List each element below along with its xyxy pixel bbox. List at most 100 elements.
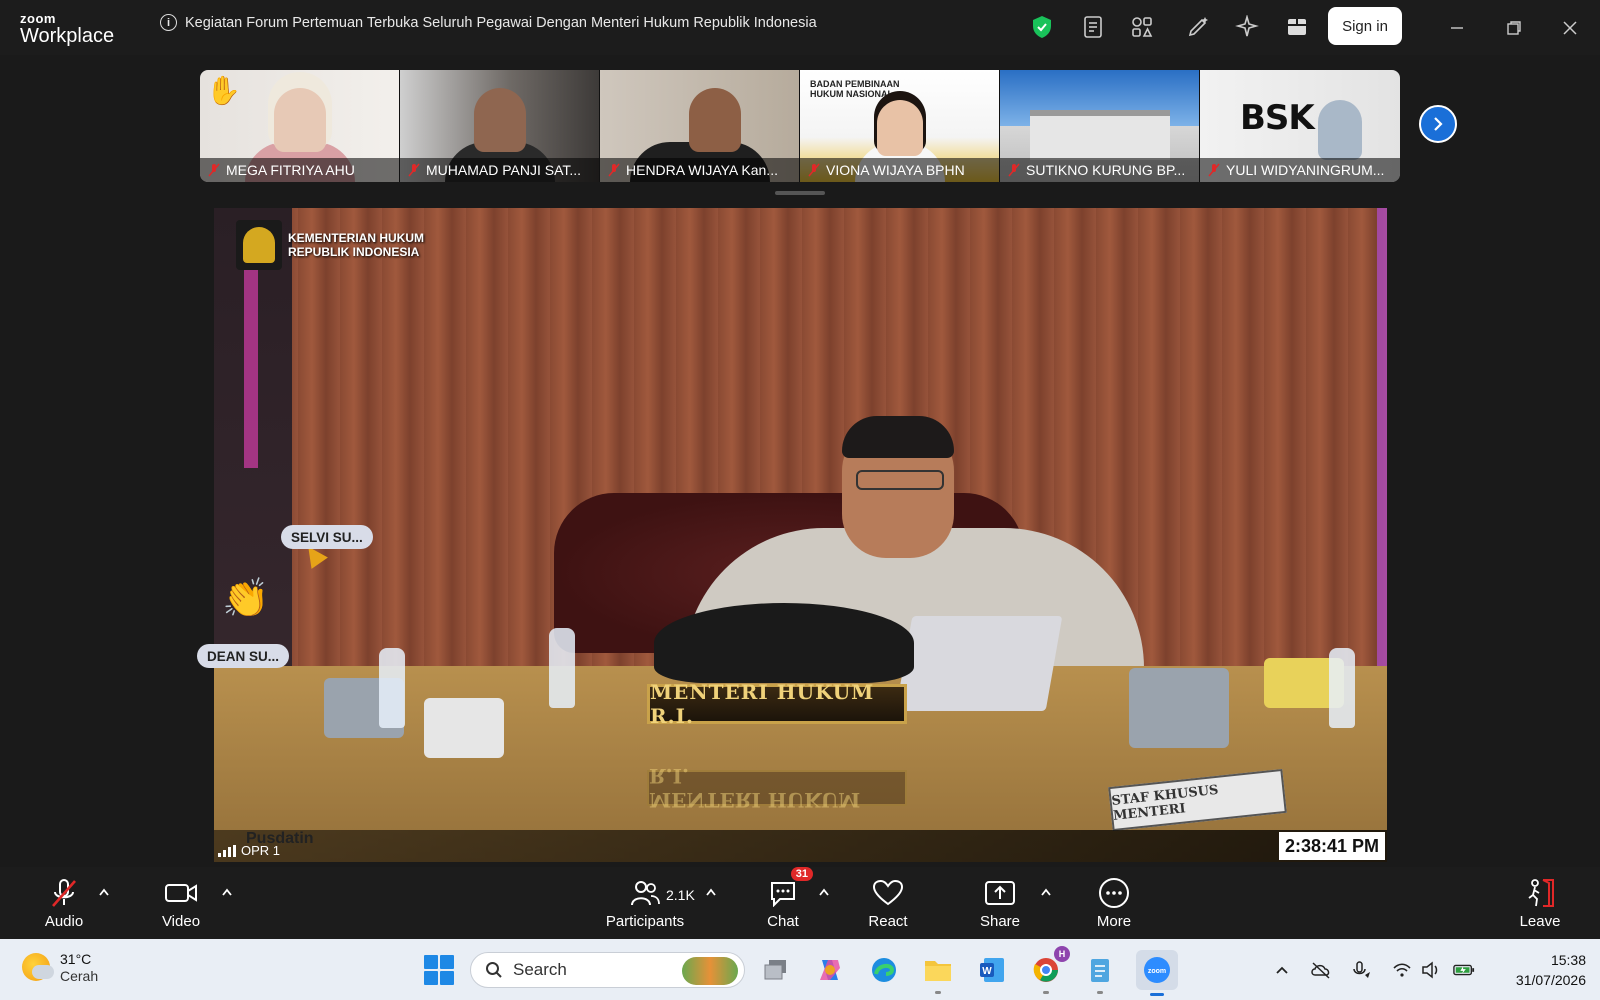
notepad-icon[interactable] xyxy=(1082,952,1118,994)
meeting-info[interactable]: i Kegiatan Forum Pertemuan Terbuka Selur… xyxy=(160,14,817,31)
video-options-caret-icon[interactable] xyxy=(220,885,234,899)
weather-widget[interactable]: 31°C Cerah xyxy=(22,951,98,984)
tray-overflow-chevron-icon[interactable] xyxy=(1271,959,1293,981)
microphone-in-use-icon[interactable] xyxy=(1350,959,1372,981)
speaker-glasses xyxy=(856,470,944,490)
tissue-box xyxy=(424,698,504,758)
participant-tile[interactable]: SUTIKNO KURUNG BP... xyxy=(1000,70,1200,182)
view-grid-icon[interactable] xyxy=(1284,14,1310,40)
system-clock[interactable]: 15:38 31/07/2026 xyxy=(1490,950,1586,991)
sign-in-button[interactable]: Sign in xyxy=(1328,7,1402,45)
bsk-logo: BSK xyxy=(1240,98,1315,138)
water-bottle xyxy=(379,648,405,728)
water-bottle xyxy=(1329,648,1355,728)
more-button[interactable]: More xyxy=(1069,875,1159,930)
temperature: 31°C xyxy=(60,951,92,967)
volume-icon[interactable] xyxy=(1420,959,1442,981)
cloud-sync-off-icon[interactable] xyxy=(1310,959,1332,981)
chat-options-caret-icon[interactable] xyxy=(817,885,831,899)
leave-button[interactable]: Leave xyxy=(1495,875,1585,930)
next-page-button[interactable] xyxy=(1419,105,1457,143)
partly-sunny-icon xyxy=(22,953,54,982)
reaction-name-chip: DEAN SU... xyxy=(197,644,290,668)
participant-face xyxy=(1318,100,1362,160)
encryption-shield-icon[interactable] xyxy=(1029,14,1055,40)
running-indicator xyxy=(935,991,941,994)
taskbar-search-box[interactable]: Search xyxy=(470,952,745,988)
title-bar: zoom Workplace i Kegiatan Forum Pertemua… xyxy=(0,0,1600,55)
share-options-caret-icon[interactable] xyxy=(1039,885,1053,899)
participant-tile[interactable]: HENDRA WIJAYA Kan... xyxy=(600,70,800,182)
active-speaker-video[interactable]: MENTERI HUKUM R.I. MENTERI HUKUM R.I. ST… xyxy=(214,208,1387,862)
mic-muted-icon xyxy=(608,163,620,177)
whiteboard-pen-icon[interactable] xyxy=(1185,14,1211,40)
more-label: More xyxy=(1096,913,1132,930)
minimize-icon[interactable] xyxy=(1442,14,1472,42)
chrome-icon[interactable]: H xyxy=(1028,946,1070,994)
minister-nameplate: MENTERI HUKUM R.I. xyxy=(647,680,907,728)
running-indicator xyxy=(1097,991,1103,994)
video-bottom-bar xyxy=(214,830,1387,862)
participants-label: Participants xyxy=(605,913,685,930)
share-button[interactable]: Share xyxy=(955,875,1045,930)
active-indicator xyxy=(1150,993,1164,996)
restore-icon[interactable] xyxy=(1499,14,1529,42)
windows-start-icon[interactable] xyxy=(424,955,454,985)
speaker-hair xyxy=(842,416,954,458)
task-view-icon[interactable] xyxy=(758,952,794,988)
windows-taskbar: 31°C Cerah Search W H zoom 15:38 31/07/2… xyxy=(0,939,1600,1000)
meeting-title: Kegiatan Forum Pertemuan Terbuka Seluruh… xyxy=(185,14,817,31)
meeting-controls-toolbar: Audio Video Participants 2.1K 31 Chat Re… xyxy=(0,867,1600,939)
info-icon[interactable]: i xyxy=(160,14,177,31)
file-explorer-icon[interactable] xyxy=(920,952,956,994)
search-highlight-image xyxy=(682,957,738,985)
gallery-resize-handle[interactable] xyxy=(775,191,825,195)
ministry-name: KEMENTERIAN HUKUM REPUBLIK INDONESIA xyxy=(288,231,424,260)
chrome-profile-badge: H xyxy=(1054,946,1070,962)
speaker-name-label: OPR 1 xyxy=(218,843,280,858)
react-label: React xyxy=(868,913,908,930)
audio-options-caret-icon[interactable] xyxy=(97,885,111,899)
audio-button[interactable]: Audio xyxy=(19,875,109,930)
weather-condition: Cerah xyxy=(60,967,99,984)
participants-options-caret-icon[interactable] xyxy=(704,885,718,899)
participant-tile[interactable]: BADAN PEMBINAAN HUKUM NASIONAL VIONA WIJ… xyxy=(800,70,1000,182)
participant-face xyxy=(876,100,923,156)
word-icon[interactable]: W xyxy=(974,952,1010,988)
react-button[interactable]: React xyxy=(843,875,933,930)
ministry-watermark: KEMENTERIAN HUKUM REPUBLIK INDONESIA xyxy=(236,220,424,270)
chat-button[interactable]: 31 Chat xyxy=(738,867,828,930)
participant-namebar: YULI WIDYANINGRUM... xyxy=(1200,158,1400,182)
apps-shapes-icon[interactable] xyxy=(1129,14,1155,40)
participant-namebar: VIONA WIJAYA BPHN xyxy=(800,158,999,182)
battery-charging-icon[interactable] xyxy=(1453,959,1475,981)
wifi-icon[interactable] xyxy=(1391,959,1413,981)
copilot-icon[interactable] xyxy=(812,952,848,988)
leave-door-icon xyxy=(1522,875,1558,911)
participant-name: HENDRA WIJAYA Kan... xyxy=(626,162,778,178)
logo-zoom-text: zoom xyxy=(20,11,56,26)
notes-icon[interactable] xyxy=(1080,14,1106,40)
connection-signal-icon xyxy=(218,844,236,857)
tissue-box xyxy=(1129,668,1229,748)
clock-time: 15:38 xyxy=(1550,952,1586,968)
running-indicator xyxy=(1043,991,1049,994)
participant-tile[interactable]: BSK YULI WIDYANINGRUM... xyxy=(1200,70,1400,182)
participant-name: MEGA FITRIYA AHU xyxy=(226,162,355,178)
participant-name: SUTIKNO KURUNG BP... xyxy=(1026,162,1186,178)
water-bottle xyxy=(549,628,575,708)
more-dots-icon xyxy=(1096,875,1132,911)
ministry-emblem-icon xyxy=(236,220,282,270)
close-icon[interactable] xyxy=(1555,14,1585,42)
audio-label: Audio xyxy=(44,913,84,930)
pillar-light xyxy=(244,268,258,468)
zoom-app-icon[interactable]: zoom xyxy=(1136,950,1178,996)
ministry-line-2: REPUBLIK INDONESIA xyxy=(288,245,420,259)
ai-companion-sparkle-icon[interactable] xyxy=(1234,14,1260,40)
participant-tile[interactable]: MUHAMAD PANJI SAT... xyxy=(400,70,600,182)
participants-icon xyxy=(627,875,663,911)
raised-hand-icon: ✋ xyxy=(206,75,241,106)
video-button[interactable]: Video xyxy=(136,875,226,930)
edge-browser-icon[interactable] xyxy=(866,952,902,988)
participant-tile[interactable]: ✋ MEGA FITRIYA AHU xyxy=(200,70,400,182)
